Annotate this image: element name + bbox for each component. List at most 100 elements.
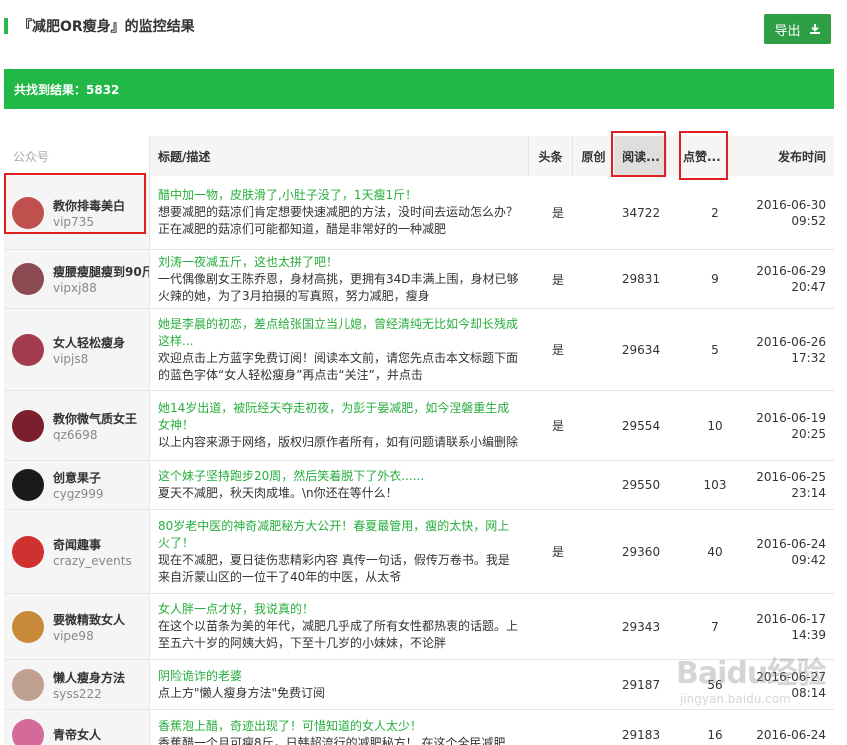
account-text: 瘦腰瘦腿瘦到90斤 vipxj88 [53,263,149,295]
results-table: 公众号 标题/描述 头条 原创 阅读... 点赞... 发布时间 [4,136,834,176]
publish-clock: 20:25 [791,426,826,441]
read-count: 29183 [621,727,661,742]
publish-date: 2016-06-27 [756,669,826,684]
read-count: 34722 [621,205,661,220]
col-headline[interactable]: 头条 [529,136,573,176]
table-row[interactable]: 青帝女人 香蕉泡上醋，奇迹出现了！可惜知道的女人太少！ 香蕉醋一个月可瘦8斤，日韩超… [4,710,834,745]
publish-time: 2016-06-29 20:47 [737,250,834,308]
account-cell[interactable]: 教你排毒美白 vip735 [4,176,149,249]
account-cell[interactable]: 懒人瘦身方法 syss222 [4,660,149,709]
read-count: 29187 [621,677,661,692]
article-cell: 醋中加一物，皮肤滑了,小肚子没了，1天瘦1斤！ 想要减肥的菇凉们肯定想要快速减肥的… [149,176,529,249]
publish-date: 2016-06-26 [756,334,826,349]
account-cell[interactable]: 要微精致女人 vipe98 [4,594,149,659]
like-count: 7 [711,619,719,634]
col-title: 标题/描述 [149,136,529,176]
page-title: 『减肥OR瘦身』的监控结果 [18,19,195,35]
account-id: vipe98 [53,628,94,643]
article-title-link[interactable]: 女人胖一点才好，我说真的！ [158,601,521,618]
account-name[interactable]: 教你微气质女王 [53,410,137,427]
account-name[interactable]: 奇闻趣事 [53,536,132,553]
account-name[interactable]: 要微精致女人 [53,611,125,628]
export-button[interactable]: 导出 [764,14,831,44]
publish-date: 2016-06-17 [756,611,826,626]
read-count: 29550 [621,478,661,492]
article-title-link[interactable]: 她14岁出道，被阮经天夺走初夜，为彭于晏减肥，如今涅磐重生成女神！ [158,400,521,434]
article-title-link[interactable]: 香蕉泡上醋，奇迹出现了！可惜知道的女人太少！ [158,718,521,735]
article-description: 夏天不减肥，秋天肉成堆。\n你还在等什么！ [158,486,398,500]
account-name[interactable]: 瘦腰瘦腿瘦到90斤 [53,263,149,280]
avatar [12,469,44,501]
account-cell[interactable]: 女人轻松瘦身 vipjs8 [4,309,149,390]
publish-date: 2016-06-25 [756,470,826,484]
download-icon [809,24,820,34]
headline-flag [529,594,587,659]
publish-clock: 08:14 [791,685,826,700]
account-cell[interactable]: 青帝女人 [4,710,149,745]
article-title-link[interactable]: 这个妹子坚持跑步20周，然后笑着脱下了外衣...... [158,468,521,485]
account-id: crazy_events [53,553,132,568]
account-cell[interactable]: 教你微气质女王 qz6698 [4,391,149,460]
account-name[interactable]: 创意果子 [53,469,104,486]
headline-flag: 是 [551,419,564,433]
account-text: 要微精致女人 vipe98 [53,611,125,643]
col-original[interactable]: 原创 [573,136,615,176]
account-id: vip735 [53,214,94,229]
account-id: syss222 [53,686,102,701]
account-name[interactable]: 懒人瘦身方法 [53,669,125,686]
col-date[interactable]: 发布时间 [737,136,834,176]
table-row[interactable]: 懒人瘦身方法 syss222 阴险诡诈的老婆 点上方"懒人瘦身方法"免费订阅 29187… [4,660,834,710]
col-likes[interactable]: 点赞... [667,136,737,176]
account-name[interactable]: 教你排毒美白 [53,197,125,214]
like-count: 40 [707,544,723,559]
table-row[interactable]: 要微精致女人 vipe98 女人胖一点才好，我说真的！ 在这个以苗条为美的年代，减肥几… [4,594,834,660]
publish-clock: 14:39 [791,627,826,642]
avatar [12,263,44,295]
table-row[interactable]: 瘦腰瘦腿瘦到90斤 vipxj88 刘涛一夜减五斤，这也太拼了吧！ 一代偶像剧女王陈乔… [4,250,834,309]
account-id: cygz999 [53,487,104,501]
account-text: 创意果子 cygz999 [53,469,104,501]
avatar [12,333,44,366]
account-cell[interactable]: 奇闻趣事 crazy_events [4,510,149,593]
read-count: 29634 [621,342,661,357]
title-accent-bar [4,18,8,34]
export-label: 导出 [774,23,801,39]
article-title-link[interactable]: 醋中加一物，皮肤滑了,小肚子没了，1天瘦1斤！ [158,187,521,204]
account-name[interactable]: 青帝女人 [53,726,101,743]
publish-clock: 17:32 [791,350,826,365]
col-reads[interactable]: 阅读... [615,136,667,176]
account-name[interactable]: 女人轻松瘦身 [53,334,125,351]
account-cell[interactable]: 瘦腰瘦腿瘦到90斤 vipxj88 [4,250,149,308]
avatar [12,718,44,745]
headline-flag: 是 [551,343,564,357]
article-title-link[interactable]: 阴险诡诈的老婆 [158,668,521,685]
account-id: vipxj88 [53,281,97,295]
table-row[interactable]: 创意果子 cygz999 这个妹子坚持跑步20周，然后笑着脱下了外衣...... 夏天… [4,461,834,510]
headline-flag: 是 [551,206,564,220]
result-count-bar: 共找到结果：5832 [4,69,834,109]
article-cell: 80岁老中医的神奇减肥秘方大公开！春夏最管用，瘦的太快，网上火了！ 现在不减肥，夏… [149,510,529,593]
account-cell[interactable]: 创意果子 cygz999 [4,461,149,509]
like-count: 103 [703,478,727,492]
table-row[interactable]: 奇闻趣事 crazy_events 80岁老中医的神奇减肥秘方大公开！春夏最管用，瘦… [4,510,834,594]
read-count: 29554 [621,418,661,433]
article-title-link[interactable]: 80岁老中医的神奇减肥秘方大公开！春夏最管用，瘦的太快，网上火了！ [158,518,521,552]
article-cell: 女人胖一点才好，我说真的！ 在这个以苗条为美的年代，减肥几乎成了所有女性都热衷的话… [149,594,529,659]
article-title-link[interactable]: 她是李晨的初恋，差点给张国立当儿媳，曾经清纯无比如今却长残成这样... [158,316,521,350]
headline-flag: 是 [551,272,564,287]
account-text: 教你微气质女王 qz6698 [53,410,137,442]
table-row[interactable]: 教你微气质女王 qz6698 她14岁出道，被阮经天夺走初夜，为彭于晏减肥，如今涅磐… [4,391,834,461]
headline-flag [529,710,587,745]
account-text: 青帝女人 [53,726,101,744]
publish-time: 2016-06-24 [737,710,834,745]
avatar [12,409,44,442]
publish-date: 2016-06-19 [756,410,826,425]
publish-time: 2016-06-17 14:39 [737,594,834,659]
article-title-link[interactable]: 刘涛一夜减五斤，这也太拼了吧！ [158,254,521,271]
article-cell: 香蕉泡上醋，奇迹出现了！可惜知道的女人太少！ 香蕉醋一个月可瘦8斤，日韩超流行的减… [149,710,529,745]
table-row[interactable]: 教你排毒美白 vip735 醋中加一物，皮肤滑了,小肚子没了，1天瘦1斤！ 想要减肥的… [4,176,834,250]
table-row[interactable]: 女人轻松瘦身 vipjs8 她是李晨的初恋，差点给张国立当儿媳，曾经清纯无比如今却长… [4,309,834,391]
publish-time: 2016-06-24 09:42 [737,510,834,593]
account-text: 奇闻趣事 crazy_events [53,536,132,568]
account-text: 教你排毒美白 vip735 [53,197,125,229]
